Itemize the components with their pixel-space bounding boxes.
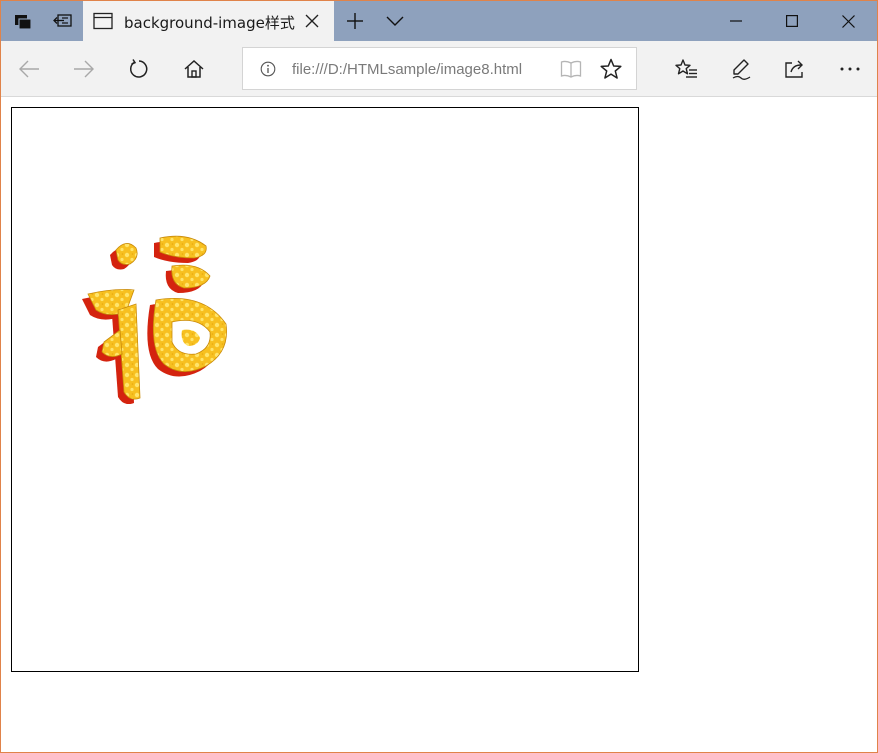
site-info-icon[interactable] (260, 61, 276, 82)
set-aside-tabs-icon[interactable] (43, 1, 83, 41)
navigation-bar: file:///D:/HTMLsample/image8.html (1, 41, 877, 97)
page-content (1, 98, 877, 752)
tab-active[interactable]: background-image样式 (83, 1, 334, 41)
reading-view-icon[interactable] (560, 59, 582, 84)
web-note-pen-icon[interactable] (721, 49, 761, 89)
url-text[interactable]: file:///D:/HTMLsample/image8.html (292, 61, 522, 78)
back-arrow-icon[interactable] (9, 49, 49, 89)
refresh-icon[interactable] (119, 49, 159, 89)
share-icon[interactable] (775, 49, 815, 89)
tab-preview-chevron-down-icon[interactable] (375, 1, 415, 41)
add-favorite-star-icon[interactable] (600, 58, 622, 85)
forward-arrow-icon[interactable] (64, 49, 104, 89)
page-icon (93, 12, 113, 35)
close-window-icon[interactable] (820, 1, 876, 41)
background-image-box (11, 107, 639, 672)
close-tab-icon[interactable] (305, 14, 319, 28)
browser-window: background-image样式 file:///D:/HTMLsample… (0, 0, 878, 753)
address-bar[interactable]: file:///D:/HTMLsample/image8.html (242, 47, 637, 90)
more-options-icon[interactable] (830, 49, 870, 89)
tab-title: background-image样式 (124, 14, 295, 32)
favorites-hub-icon[interactable] (666, 49, 706, 89)
new-tab-icon[interactable] (335, 1, 375, 41)
title-bar: background-image样式 (1, 1, 877, 41)
home-icon[interactable] (174, 49, 214, 89)
fu-character-icon (82, 235, 227, 404)
maximize-icon[interactable] (764, 1, 820, 41)
minimize-icon[interactable] (708, 1, 764, 41)
tabs-aside-icon[interactable] (3, 1, 43, 41)
